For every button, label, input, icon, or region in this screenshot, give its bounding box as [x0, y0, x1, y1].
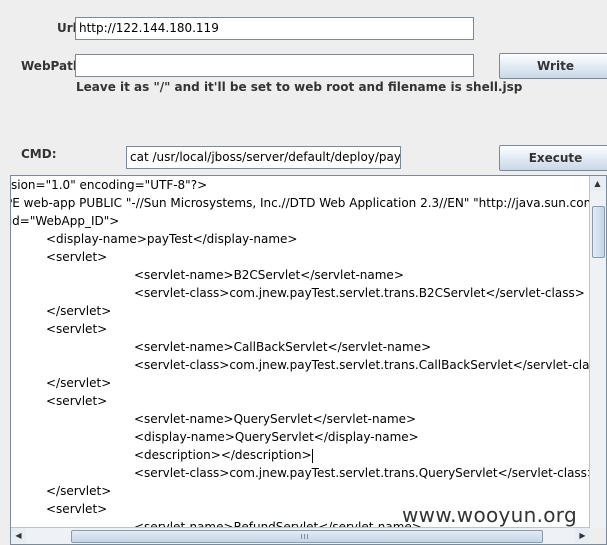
output-line: <servlet> — [46, 250, 108, 264]
grip-icon — [307, 534, 308, 539]
output-line: <servlet> — [46, 322, 108, 336]
output-content: sion="1.0" encoding="UTF-8"?> PE web-app… — [11, 176, 590, 528]
cmd-input[interactable]: cat /usr/local/jboss/server/default/depl… — [126, 146, 401, 169]
output-line: <servlet-class>com.jnew.payTest.servlet.… — [134, 286, 585, 300]
output-line: <servlet-class>com.jnew.payTest.servlet.… — [134, 358, 590, 372]
execute-button[interactable]: Execute — [499, 145, 607, 171]
output-line: <servlet> — [46, 394, 108, 408]
output-line: <description></description> — [134, 448, 312, 462]
webpath-input[interactable] — [75, 54, 474, 77]
output-line: <display-name>payTest</display-name> — [46, 232, 298, 246]
output-line: id="WebApp_ID"> — [11, 214, 120, 228]
output-line: <display-name>QueryServlet</display-name… — [134, 430, 419, 444]
horizontal-scroll-thumb[interactable] — [71, 530, 543, 543]
output-text-area[interactable]: sion="1.0" encoding="UTF-8"?> PE web-app… — [10, 175, 607, 545]
output-line: <servlet-class>com.jnew.payTest.servlet.… — [134, 466, 590, 480]
watermark: www.wooyun.org — [402, 503, 577, 527]
grip-icon — [301, 534, 302, 539]
output-line: </servlet> — [46, 376, 112, 390]
output-line: sion="1.0" encoding="UTF-8"?> — [11, 178, 208, 192]
vertical-scroll-thumb[interactable] — [592, 206, 605, 258]
output-line: <servlet> — [46, 502, 108, 516]
grip-icon — [304, 534, 305, 539]
output-line: <servlet-name>CallBackServlet</servlet-n… — [134, 340, 432, 354]
horizontal-scrollbar[interactable]: ◀ ▶ — [11, 527, 590, 544]
write-button[interactable]: Write — [499, 53, 607, 79]
scroll-corner — [590, 528, 606, 544]
scroll-up-icon[interactable]: ▲ — [590, 176, 605, 191]
text-caret — [311, 448, 313, 463]
output-line: </servlet> — [46, 484, 112, 498]
scroll-left-icon[interactable]: ◀ — [11, 528, 26, 543]
output-line: <servlet-name>B2CServlet</servlet-name> — [134, 268, 404, 282]
output-line: PE web-app PUBLIC "-//Sun Microsystems, … — [11, 196, 590, 210]
cmd-label: CMD: — [21, 147, 57, 161]
output-line-with-caret: <description></description> — [134, 446, 313, 464]
scroll-right-icon[interactable]: ▶ — [575, 528, 590, 543]
vertical-scrollbar[interactable]: ▲ — [589, 176, 606, 528]
url-input[interactable]: http://122.144.180.119 — [75, 17, 474, 40]
webpath-hint: Leave it as "/" and it'll be set to web … — [76, 80, 523, 94]
output-line: <servlet-name>QueryServlet</servlet-name… — [134, 412, 417, 426]
output-line: </servlet> — [46, 304, 112, 318]
